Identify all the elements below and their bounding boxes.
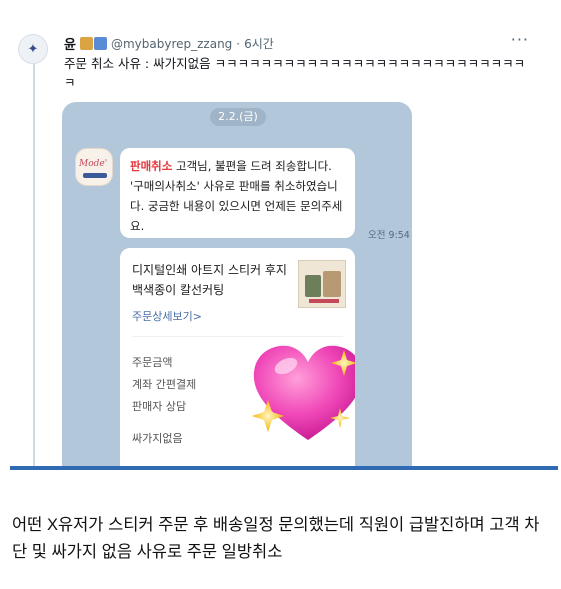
seller-logo: Mode' [75, 148, 113, 186]
card-divider [132, 336, 343, 337]
user-avatar[interactable]: ✦ [18, 34, 48, 64]
order-card: 디지털인쇄 아트지 스티커 후지백색종이 칼선커팅 주문상세보기> 주문금액 계… [120, 248, 355, 468]
payment-method-label: 계좌 간편결제 [132, 378, 197, 391]
product-title: 디지털인쇄 아트지 스티커 후지백색종이 칼선커팅 [132, 263, 287, 297]
product-thumbnail [298, 260, 346, 308]
tweet-card: ✦ 윤 @mybabyrep_zzang · 6시간 ··· 주문 취소 사유 … [0, 0, 561, 468]
tweet-header: 윤 @mybabyrep_zzang · 6시간 [64, 34, 274, 54]
chat-screenshot: 2.2.(금) Mode' 판매취소 고객님, 불편을 드려 죄송합니다. '구… [62, 102, 412, 468]
name-emoji-icons [79, 37, 107, 50]
book-emoji-icon [93, 37, 107, 50]
tweet-text: 주문 취소 사유 : 싸가지없음 ㅋㅋㅋㅋㅋㅋㅋㅋㅋㅋㅋㅋㅋㅋㅋㅋㅋㅋㅋㅋㅋㅋㅋ… [64, 56, 526, 90]
sword-emoji-icon [79, 37, 93, 50]
separator-dot: · [236, 36, 241, 51]
more-dots-icon[interactable]: ··· [511, 30, 529, 49]
order-amount-label: 주문금액 [132, 356, 173, 369]
cancel-reason-label: 싸가지없음 [132, 432, 183, 445]
cancel-label: 판매취소 [130, 159, 173, 173]
display-name[interactable]: 윤 [64, 34, 76, 53]
seller-consult-label: 판매자 상담 [132, 400, 187, 413]
order-detail-link[interactable]: 주문상세보기> [132, 308, 202, 324]
cancel-message-bubble: 판매취소 고객님, 불편을 드려 죄송합니다. '구매의사취소' 사유로 판매를… [120, 148, 355, 238]
date-pill: 2.2.(금) [210, 108, 266, 126]
post-caption: 어떤 X유저가 스티커 주문 후 배송일정 문의했는데 직원이 급발진하며 고객… [12, 516, 540, 561]
tweet-time[interactable]: 6시간 [244, 35, 274, 52]
message-time: 오전 9:54 [368, 230, 410, 241]
thread-line [33, 62, 35, 468]
section-separator [10, 466, 558, 470]
sparkling-heart-icon [252, 345, 355, 440]
user-handle[interactable]: @mybabyrep_zzang [111, 37, 232, 51]
